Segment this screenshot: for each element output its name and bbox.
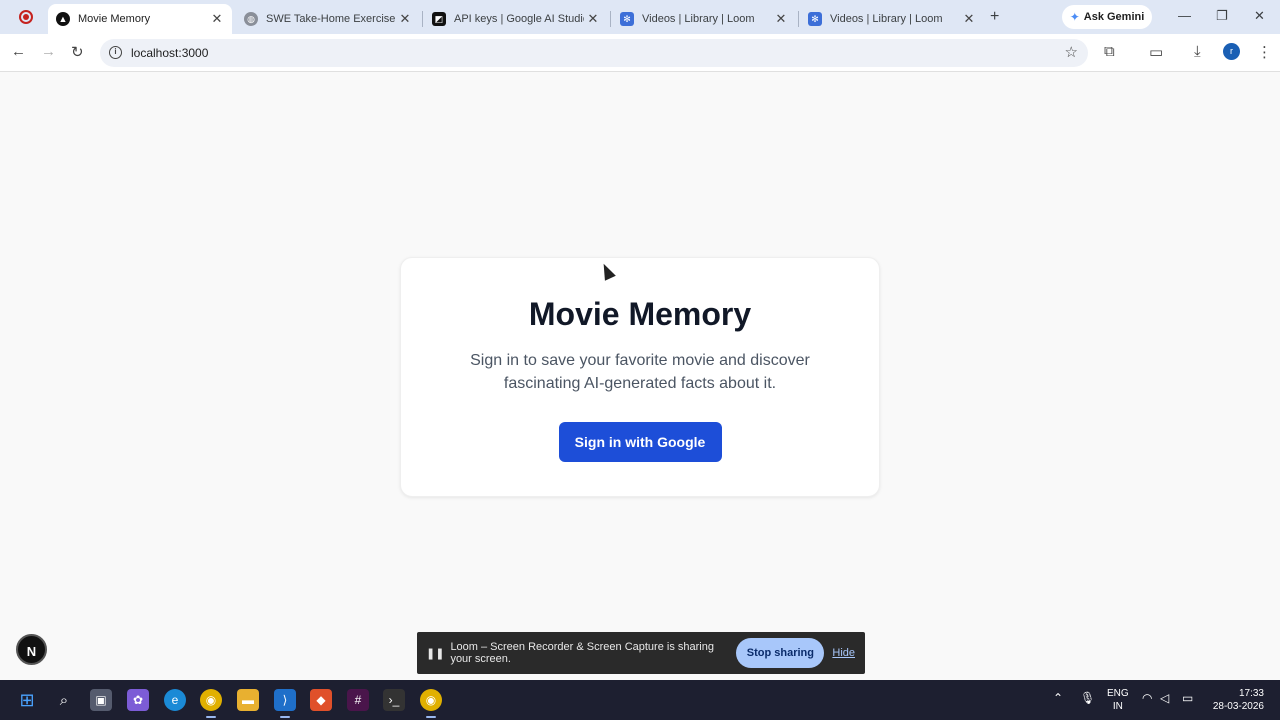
hide-link[interactable]: Hide	[832, 647, 855, 659]
vscode-icon[interactable]: ⟩	[274, 689, 296, 718]
task-view-icon[interactable]: ▣	[90, 689, 112, 711]
gemini-sparkle-icon: ✦	[1069, 10, 1080, 24]
tab-title: API keys | Google AI Studio	[454, 13, 584, 25]
language-code: ENG	[1107, 688, 1129, 699]
pause-icon: ❚❚	[426, 647, 445, 660]
close-icon[interactable]: ✕	[208, 11, 226, 27]
volume-icon[interactable]: ◁	[1160, 691, 1169, 705]
tab-separator	[798, 11, 799, 27]
windows-taskbar: ⊞ ⌕ ▣ ✿ e ◉ ▬ ⟩ ◆ # ›_ ◉ ⌃ 🎙 ENG IN ◠ ◁ …	[0, 680, 1280, 720]
gemini-label: Ask Gemini	[1083, 11, 1145, 23]
forward-button[interactable]: →	[41, 43, 56, 60]
tab-title: SWE Take-Home Exercise (Fu	[266, 13, 396, 25]
url-text[interactable]: localhost:3000	[131, 46, 208, 60]
recording-icon[interactable]	[19, 10, 33, 24]
page-title: Movie Memory	[528, 296, 752, 332]
loom-icon: ✻	[808, 12, 822, 26]
loom-icon: ✻	[620, 12, 634, 26]
bookmark-star-icon[interactable]: ☆	[1065, 43, 1078, 61]
region-code: IN	[1112, 701, 1123, 712]
minimize-button[interactable]: —	[1178, 8, 1191, 23]
tab-search-icon[interactable]: ▭	[1149, 43, 1163, 61]
loom-sharing-bar: ❚❚ Loom – Screen Recorder & Screen Captu…	[417, 632, 865, 674]
ask-gemini-button[interactable]: ✦ Ask Gemini	[1062, 5, 1152, 29]
ai-studio-icon: ◩	[432, 12, 446, 26]
sign-in-with-google-button[interactable]: Sign in with Google	[558, 422, 722, 462]
close-icon[interactable]: ✕	[960, 11, 978, 27]
new-tab-button[interactable]: +	[990, 8, 999, 26]
clock-date: 28-03-2026	[1212, 701, 1264, 712]
tab-ai-studio[interactable]: ◩ API keys | Google AI Studio ✕	[424, 4, 608, 34]
close-icon[interactable]: ✕	[772, 11, 790, 27]
menu-kebab-icon[interactable]: ⋮	[1257, 43, 1272, 61]
terminal-icon[interactable]: ›_	[383, 689, 405, 711]
battery-icon[interactable]: ▭	[1182, 691, 1193, 705]
language-indicator[interactable]: ENG IN	[1107, 687, 1129, 713]
chrome-profile-icon[interactable]: ◉	[420, 689, 442, 718]
tab-swe-exercise[interactable]: ◍ SWE Take-Home Exercise (Fu ✕	[236, 4, 420, 34]
browser-toolbar: ← → ↻ i localhost:3000 ☆ ⧉ ▭ ⤓ r ⋮	[0, 34, 1280, 72]
system-clock[interactable]: 17:33 28-03-2026	[1212, 687, 1264, 713]
page-subtitle: Sign in to save your favorite movie and …	[470, 352, 810, 392]
clock-time: 17:33	[1238, 688, 1264, 699]
restore-button[interactable]: ❐	[1216, 8, 1228, 24]
download-icon[interactable]: ⤓	[1194, 43, 1201, 60]
wifi-icon[interactable]: ◠	[1142, 691, 1152, 705]
tab-loom-library[interactable]: ✻ Videos | Library | Loom ✕	[612, 4, 796, 34]
tray-chevron-icon[interactable]: ⌃	[1053, 691, 1063, 705]
slack-icon[interactable]: #	[347, 689, 369, 711]
tab-title: Videos | Library | Loom	[830, 13, 943, 25]
tab-separator	[610, 11, 611, 27]
tab-title: Movie Memory	[78, 13, 151, 25]
windows-start-icon[interactable]: ⊞	[16, 689, 38, 711]
reload-button[interactable]: ↻	[71, 43, 84, 61]
app-icon: ▲	[56, 12, 70, 26]
page-viewport: Movie Memory Sign in to save your favori…	[0, 73, 1280, 680]
back-button[interactable]: ←	[11, 43, 26, 60]
globe-icon: ◍	[244, 12, 258, 26]
tab-separator	[422, 11, 423, 27]
stop-sharing-button[interactable]: Stop sharing	[736, 638, 825, 668]
close-icon[interactable]: ✕	[396, 11, 414, 27]
tab-movie-memory[interactable]: ▲ Movie Memory ✕	[48, 4, 232, 34]
nextjs-dev-badge[interactable]: N	[16, 634, 47, 665]
tab-strip: ▲ Movie Memory ✕ ◍ SWE Take-Home Exercis…	[0, 0, 1280, 34]
sharing-message: Loom – Screen Recorder & Screen Capture …	[450, 641, 714, 665]
chrome-icon[interactable]: ◉	[200, 689, 222, 718]
close-icon[interactable]: ✕	[584, 11, 602, 27]
signin-card: Movie Memory Sign in to save your favori…	[400, 257, 880, 497]
search-icon[interactable]: ⌕	[53, 689, 75, 711]
extensions-icon[interactable]: ⧉	[1104, 43, 1115, 60]
copilot-icon[interactable]: ✿	[127, 689, 149, 711]
address-bar[interactable]: i localhost:3000 ☆	[100, 39, 1088, 67]
microphone-icon[interactable]: 🎙	[1080, 691, 1095, 705]
brave-icon[interactable]: ◆	[310, 689, 332, 711]
edge-icon[interactable]: e	[164, 689, 186, 711]
window-close-button[interactable]: ✕	[1254, 8, 1265, 24]
tab-title: Videos | Library | Loom	[642, 13, 755, 25]
profile-avatar[interactable]: r	[1223, 43, 1240, 60]
file-explorer-icon[interactable]: ▬	[237, 689, 259, 711]
site-info-icon[interactable]: i	[109, 46, 122, 59]
tab-loom-library-2[interactable]: ✻ Videos | Library | Loom ✕	[800, 4, 984, 34]
